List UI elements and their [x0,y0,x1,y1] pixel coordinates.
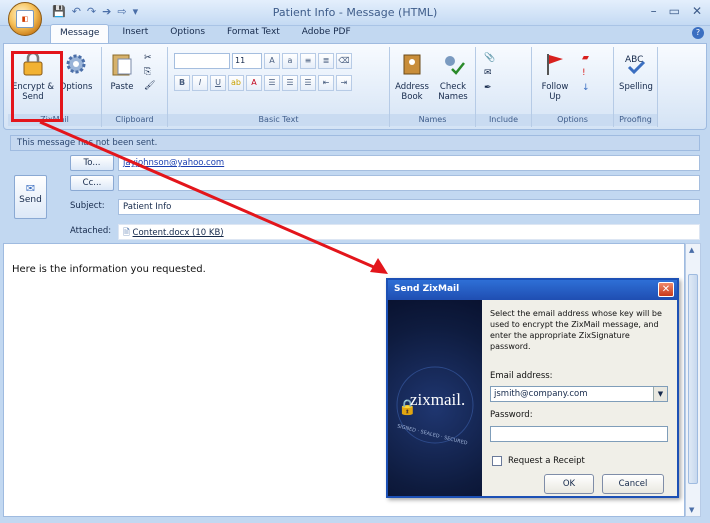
send-zixmail-dialog: Send ZixMail ✕ 🔒 zixmail. SIGNED · SEALE… [386,278,679,498]
email-select[interactable]: jsmith@company.com ▼ [490,386,668,402]
ok-button[interactable]: OK [544,474,594,494]
zixmail-brand-panel: 🔒 zixmail. SIGNED · SEALED · SECURED [388,300,482,496]
dialog-title-bar: Send ZixMail ✕ [388,280,677,300]
email-label: Email address: [490,371,553,381]
zixmail-brand-text: zixmail. [410,390,466,409]
dialog-close-button[interactable]: ✕ [658,282,674,297]
dropdown-arrow-icon[interactable]: ▼ [653,387,667,401]
password-label: Password: [490,410,533,420]
receipt-checkbox[interactable] [492,456,502,466]
outlook-message-window: 💾 ↶ ↷ ➔ ⇨ ▾ Patient Info - Message (HTML… [0,0,710,523]
cancel-button[interactable]: Cancel [602,474,664,494]
email-select-value: jsmith@company.com [494,389,588,399]
dialog-instructions: Select the email address whose key will … [490,309,662,351]
receipt-label: Request a Receipt [508,456,585,466]
password-field[interactable] [490,426,668,442]
dialog-title: Send ZixMail [394,284,460,294]
